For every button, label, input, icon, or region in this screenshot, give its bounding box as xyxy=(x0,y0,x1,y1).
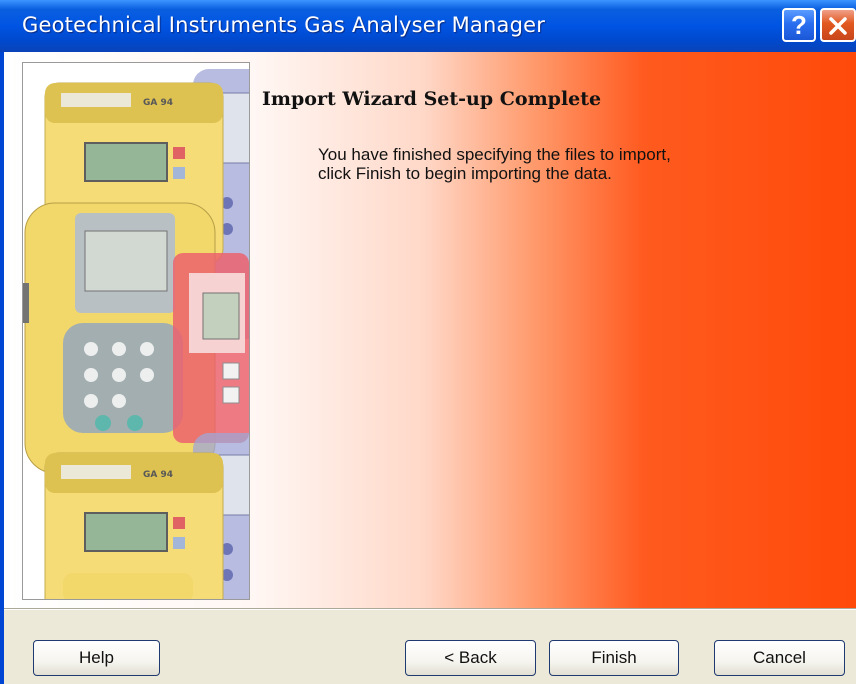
titlebar-close-button[interactable] xyxy=(820,8,856,42)
titlebar-help-button[interactable]: ? xyxy=(782,8,816,42)
wizard-side-image: GA 94 GA 94 xyxy=(22,62,250,600)
wizard-message: You have finished specifying the files t… xyxy=(318,145,671,183)
window-title: Geotechnical Instruments Gas Analyser Ma… xyxy=(22,13,546,37)
cancel-button[interactable]: Cancel xyxy=(714,640,845,676)
close-icon xyxy=(829,17,847,35)
title-bar[interactable]: Geotechnical Instruments Gas Analyser Ma… xyxy=(0,0,856,52)
wizard-heading: Import Wizard Set-up Complete xyxy=(262,88,602,110)
dialog-window: Geotechnical Instruments Gas Analyser Ma… xyxy=(0,0,856,684)
wizard-message-line-1: You have finished specifying the files t… xyxy=(318,145,671,164)
gas-analyser-devices-illustration: GA 94 GA 94 xyxy=(23,63,249,599)
finish-button[interactable]: Finish xyxy=(549,640,679,676)
back-button[interactable]: < Back xyxy=(405,640,536,676)
wizard-message-line-2: click Finish to begin importing the data… xyxy=(318,164,612,183)
button-separator xyxy=(4,608,856,610)
help-button[interactable]: Help xyxy=(33,640,160,676)
